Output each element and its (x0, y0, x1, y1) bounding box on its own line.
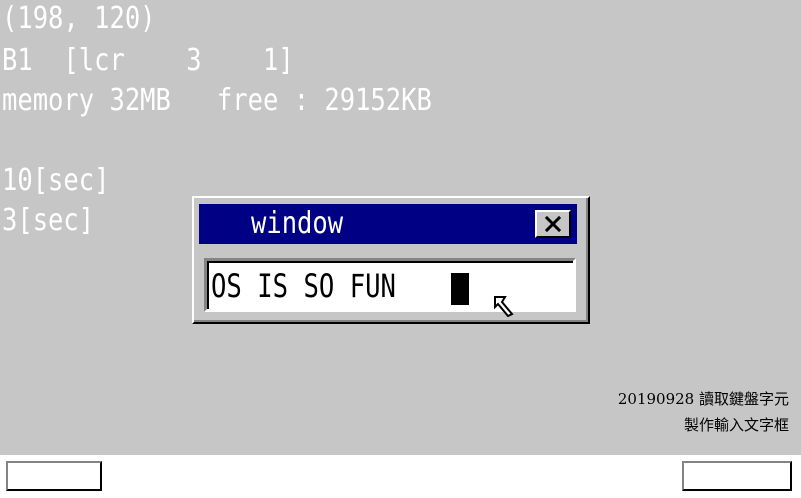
mouse-coordinates-text: (198, 120) (2, 1, 156, 36)
mouse-button-status-text: B1 [lcr 3 1] (2, 43, 294, 78)
close-x-icon (545, 216, 561, 232)
timer-3sec-text: 3[sec] (2, 203, 95, 238)
window-title: window (251, 206, 344, 241)
text-input-value: OS IS SO FUN (211, 267, 396, 305)
text-input-box[interactable]: OS IS SO FUN (204, 258, 576, 312)
window[interactable]: window OS IS SO FUN (192, 196, 590, 324)
system-tray (682, 461, 792, 491)
mouse-pointer-icon (494, 296, 514, 318)
memory-info-text: memory 32MB free : 29152KB (2, 83, 432, 118)
start-button[interactable] (6, 461, 102, 491)
timer-10sec-text: 10[sec] (2, 163, 110, 198)
text-caret (451, 273, 469, 305)
close-button[interactable] (535, 210, 571, 238)
annotation-date-title: 20190928 讀取鍵盤字元 (617, 390, 789, 408)
window-titlebar[interactable]: window (199, 204, 577, 244)
annotation-subtitle: 製作輸入文字框 (683, 416, 789, 434)
taskbar (0, 455, 801, 498)
desktop: (198, 120) B1 [lcr 3 1] memory 32MB free… (0, 0, 801, 455)
